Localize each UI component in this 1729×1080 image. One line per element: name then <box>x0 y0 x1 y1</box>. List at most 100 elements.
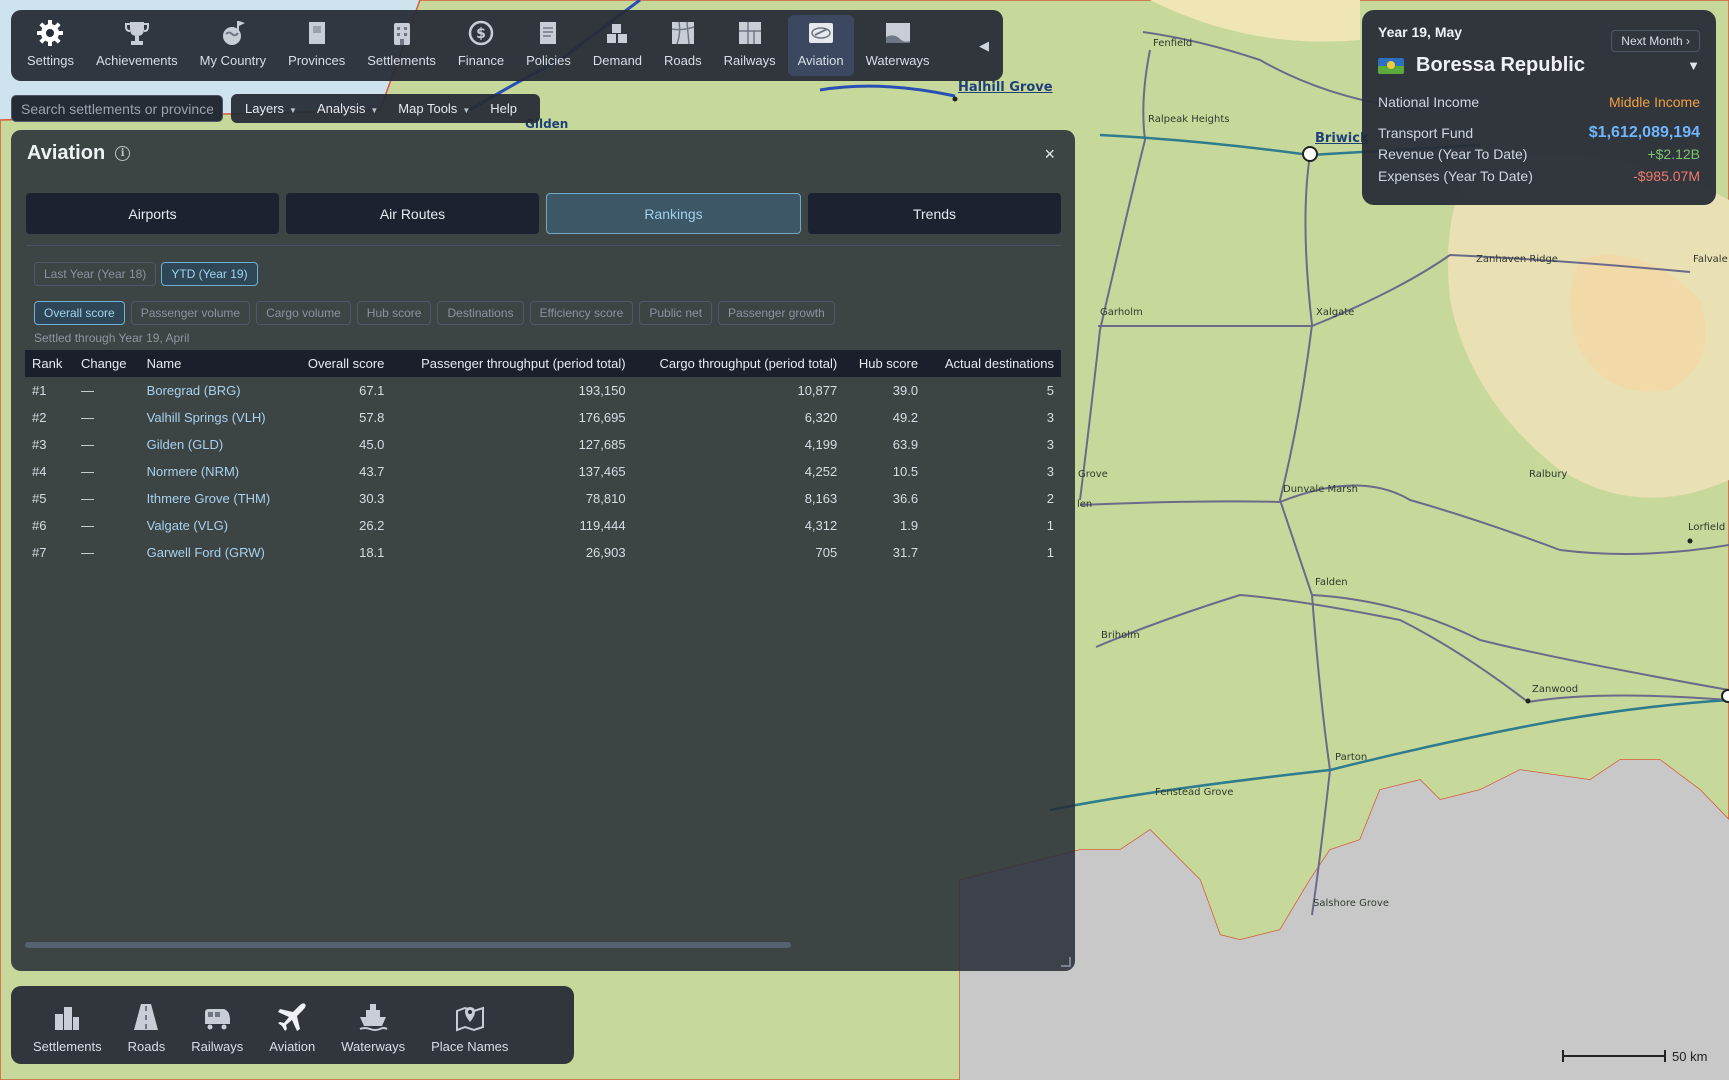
period-last-year[interactable]: Last Year (Year 18) <box>34 262 157 286</box>
toolbar-settlements[interactable]: Settlements <box>357 15 446 76</box>
tab-trends[interactable]: Trends <box>808 193 1061 234</box>
dollar-icon: $ <box>466 18 496 48</box>
layer-dock: Settlements Roads Railways Aviation Wate… <box>11 986 574 1064</box>
toolbar-finance[interactable]: $ Finance <box>448 15 514 76</box>
column-header-rank[interactable]: Rank <box>25 350 74 377</box>
table-row[interactable]: #6 — Valgate (VLG) 26.2 119,444 4,312 1.… <box>25 512 1061 539</box>
cell-hub-score: 49.2 <box>892 410 919 425</box>
cell-airport-name[interactable]: Valhill Springs (VLH) <box>140 404 292 431</box>
toolbar-label: Railways <box>723 53 776 68</box>
menu-analysis[interactable]: Analysis ▼ <box>309 97 386 120</box>
column-header-name[interactable]: Name <box>140 350 292 377</box>
map-label-parton: Parton <box>1335 752 1368 763</box>
map-label-ralpeak-heights: Ralpeak Heights <box>1148 114 1230 125</box>
cell-passenger-throughput: 176,695 <box>578 410 626 425</box>
cell-airport-name[interactable]: Valgate (VLG) <box>140 512 292 539</box>
cell-airport-name[interactable]: Ithmere Grove (THM) <box>140 485 292 512</box>
period-ytd[interactable]: YTD (Year 19) <box>161 262 258 286</box>
map-label-salshore-grove: Salshore Grove <box>1313 898 1389 909</box>
map-label-halhill-grove[interactable]: Halhill Grove <box>958 80 1053 95</box>
toolbar-roads[interactable]: Roads <box>654 15 712 76</box>
cell-airport-name[interactable]: Boregrad (BRG) <box>140 377 292 404</box>
menu-map-tools[interactable]: Map Tools ▼ <box>390 97 478 120</box>
rankings-table: Rank Change Name Overall score Passenger… <box>25 350 1061 566</box>
dock-aviation[interactable]: Aviation <box>257 992 327 1058</box>
dock-label: Waterways <box>341 1039 406 1054</box>
menu-layers[interactable]: Layers ▼ <box>237 97 305 120</box>
tab-air-routes[interactable]: Air Routes <box>286 193 539 234</box>
cell-change: — <box>80 545 94 560</box>
dock-waterways[interactable]: Waterways <box>329 992 417 1058</box>
tab-airports[interactable]: Airports <box>26 193 279 234</box>
toolbar-policies[interactable]: Policies <box>516 15 581 76</box>
resize-handle-icon[interactable] <box>1061 957 1071 967</box>
metric-destinations[interactable]: Destinations <box>437 301 524 325</box>
toolbar-railways[interactable]: Railways <box>714 15 786 76</box>
metric-cargo-volume[interactable]: Cargo volume <box>256 301 351 325</box>
country-dropdown-icon[interactable]: ▼ <box>1687 58 1700 73</box>
cell-airport-name[interactable]: Garwell Ford (GRW) <box>140 539 292 566</box>
menu-help[interactable]: Help <box>482 97 525 120</box>
panel-title-row: Aviation i <box>27 142 131 165</box>
map-label-fenstead-grove: Fenstead Grove <box>1155 787 1234 798</box>
column-header-cargo-throughput[interactable]: Cargo throughput (period total) <box>633 350 845 377</box>
column-header-passenger-throughput[interactable]: Passenger throughput (period total) <box>391 350 632 377</box>
dock-label: Railways <box>191 1039 244 1054</box>
cell-passenger-throughput: 78,810 <box>585 491 626 506</box>
table-header-row: Rank Change Name Overall score Passenger… <box>25 350 1061 377</box>
cell-change: — <box>80 518 94 533</box>
map-label-dunvale-marsh: Dunvale Marsh <box>1283 484 1358 495</box>
cell-cargo-throughput: 705 <box>815 545 838 560</box>
toolbar-aviation[interactable]: Aviation <box>787 15 854 76</box>
search-input[interactable] <box>11 95 223 122</box>
next-month-button[interactable]: Next Month › <box>1611 30 1700 52</box>
metric-efficiency-score[interactable]: Efficiency score <box>529 301 634 325</box>
dock-railways[interactable]: Railways <box>179 992 255 1058</box>
dock-label: Settlements <box>33 1039 102 1054</box>
metric-hub-score[interactable]: Hub score <box>356 301 432 325</box>
dock-roads[interactable]: Roads <box>116 992 178 1058</box>
column-header-overall-score[interactable]: Overall score <box>291 350 391 377</box>
map-label-garholm: Garholm <box>1100 307 1143 318</box>
close-icon[interactable]: × <box>1044 144 1055 165</box>
cell-airport-name[interactable]: Normere (NRM) <box>140 458 292 485</box>
toolbar-provinces[interactable]: Provinces <box>278 15 355 76</box>
railways-layer-icon <box>201 1001 233 1033</box>
tab-rankings[interactable]: Rankings <box>546 193 801 234</box>
toolbar-demand[interactable]: Demand <box>583 15 652 76</box>
column-header-actual-destinations[interactable]: Actual destinations <box>925 350 1061 377</box>
metric-passenger-volume[interactable]: Passenger volume <box>130 301 251 325</box>
metric-passenger-growth[interactable]: Passenger growth <box>718 301 835 325</box>
horizontal-scrollbar[interactable] <box>25 942 791 948</box>
transport-fund-label: Transport Fund <box>1378 125 1474 141</box>
dock-place-names[interactable]: Place Names <box>419 992 520 1058</box>
cell-airport-name[interactable]: Gilden (GLD) <box>140 431 292 458</box>
cell-passenger-throughput: 127,685 <box>578 437 626 452</box>
toolbar-waterways[interactable]: Waterways <box>856 15 940 76</box>
cell-change: — <box>80 437 94 452</box>
metric-public-net[interactable]: Public net <box>639 301 713 325</box>
toolbar-settings[interactable]: Settings <box>17 15 84 76</box>
info-icon[interactable]: i <box>115 146 131 161</box>
table-row[interactable]: #2 — Valhill Springs (VLH) 57.8 176,695 … <box>25 404 1061 431</box>
panel-title: Aviation <box>27 142 106 164</box>
boxes-icon <box>602 18 632 48</box>
metric-overall-score[interactable]: Overall score <box>34 301 125 325</box>
revenue-label: Revenue (Year To Date) <box>1378 146 1528 162</box>
toolbar-collapse-button[interactable]: ◀ <box>971 38 997 54</box>
airplane-icon <box>276 1001 308 1033</box>
toolbar-achievements[interactable]: Achievements <box>86 15 188 76</box>
table-row[interactable]: #1 — Boregrad (BRG) 67.1 193,150 10,877 … <box>25 377 1061 404</box>
toolbar-my-country[interactable]: My Country <box>190 15 276 76</box>
table-row[interactable]: #5 — Ithmere Grove (THM) 30.3 78,810 8,1… <box>25 485 1061 512</box>
column-header-hub-score[interactable]: Hub score <box>844 350 925 377</box>
cell-cargo-throughput: 6,320 <box>804 410 838 425</box>
dock-label: Roads <box>127 1039 166 1054</box>
dock-settlements[interactable]: Settlements <box>21 992 114 1058</box>
table-row[interactable]: #3 — Gilden (GLD) 45.0 127,685 4,199 63.… <box>25 431 1061 458</box>
table-row[interactable]: #4 — Normere (NRM) 43.7 137,465 4,252 10… <box>25 458 1061 485</box>
cell-actual-destinations: 5 <box>1046 383 1054 398</box>
column-header-change[interactable]: Change <box>74 350 140 377</box>
map-label-briwick[interactable]: Briwick <box>1315 131 1369 146</box>
table-row[interactable]: #7 — Garwell Ford (GRW) 18.1 26,903 705 … <box>25 539 1061 566</box>
